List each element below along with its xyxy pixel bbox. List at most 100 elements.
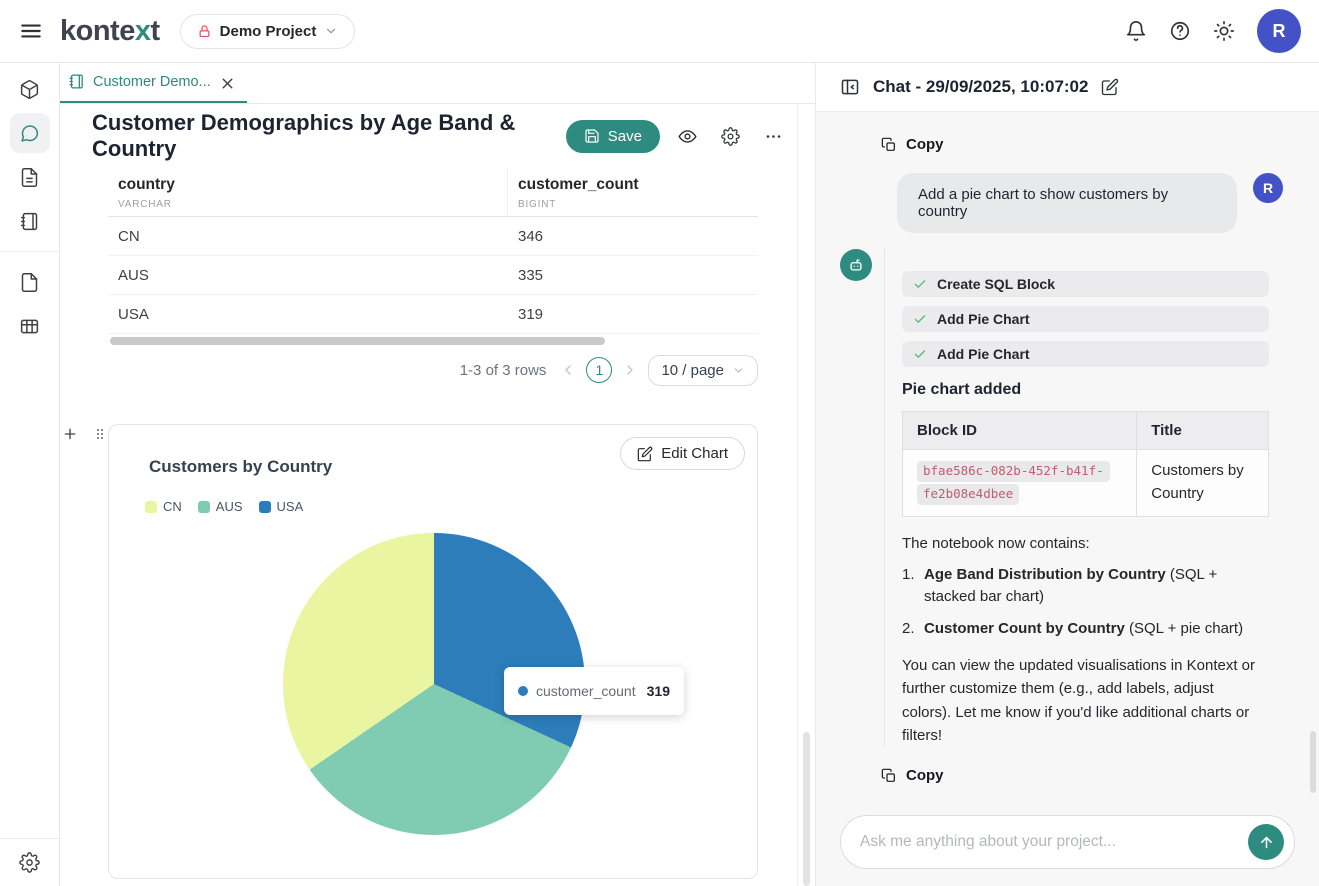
contains-list: 1. Age Band Distribution by Country (SQL… bbox=[902, 564, 1269, 641]
sidebar-item-files[interactable] bbox=[10, 262, 50, 302]
table-row[interactable]: AUS 335 bbox=[108, 256, 758, 295]
result-table-row: bfae586c-082b-452f-b41f- fe2b08e4dbee Cu… bbox=[903, 450, 1269, 517]
tool-action-add-pie-chart[interactable]: Add Pie Chart bbox=[902, 306, 1269, 332]
notebook-title-bar: Customer Demographics by Age Band & Coun… bbox=[60, 104, 815, 168]
legend-swatch bbox=[198, 501, 210, 513]
action-label: Create SQL Block bbox=[937, 276, 1055, 292]
tool-action-create-sql-block[interactable]: Create SQL Block bbox=[902, 271, 1269, 297]
drag-handle-icon[interactable] bbox=[92, 426, 108, 442]
page-size-select[interactable]: 10 / page bbox=[648, 355, 758, 386]
preview-eye-icon[interactable] bbox=[678, 127, 697, 146]
save-button[interactable]: Save bbox=[566, 120, 660, 153]
tool-action-add-pie-chart[interactable]: Add Pie Chart bbox=[902, 341, 1269, 367]
result-table: Block ID Title bfae586c-082b-452f-b41f- … bbox=[902, 411, 1269, 517]
settings-gear-icon[interactable] bbox=[721, 127, 740, 146]
notebook-title: Customer Demographics by Age Band & Coun… bbox=[92, 110, 532, 162]
copy-response-button[interactable]: Copy bbox=[881, 767, 944, 784]
table-row[interactable]: CN 346 bbox=[108, 217, 758, 256]
send-button[interactable] bbox=[1248, 824, 1284, 860]
list-item: 2. Customer Count by Country (SQL + pie … bbox=[902, 618, 1269, 641]
assistant-robot-avatar bbox=[840, 249, 872, 281]
app-logo: kontext bbox=[60, 15, 160, 48]
pie-chart-card: Edit Chart Customers by Country CN AUS U… bbox=[108, 424, 758, 879]
edit-chart-button[interactable]: Edit Chart bbox=[620, 437, 745, 470]
cell-count: 335 bbox=[508, 267, 553, 284]
project-selector[interactable]: Demo Project bbox=[180, 14, 356, 49]
legend-item-usa[interactable]: USA bbox=[259, 499, 304, 514]
sidebar-divider bbox=[0, 251, 60, 252]
sidebar-item-tables[interactable] bbox=[10, 306, 50, 346]
table-grid-icon bbox=[19, 316, 40, 337]
lock-icon bbox=[197, 24, 212, 39]
robot-icon bbox=[847, 256, 865, 274]
tooltip-series-dot bbox=[518, 686, 528, 696]
block-id-code: bfae586c-082b-452f-b41f- bbox=[917, 461, 1110, 482]
sidebar-item-notebooks[interactable] bbox=[10, 201, 50, 241]
tooltip-value: 319 bbox=[647, 683, 670, 699]
menu-icon[interactable] bbox=[18, 18, 44, 44]
horizontal-scrollbar-thumb[interactable] bbox=[110, 337, 605, 345]
file-text-icon bbox=[19, 167, 40, 188]
theme-brightness-icon[interactable] bbox=[1213, 20, 1235, 42]
action-label: Add Pie Chart bbox=[937, 346, 1030, 362]
cell-country: AUS bbox=[108, 267, 508, 284]
result-table-header: Title bbox=[1137, 412, 1269, 450]
add-block-icon[interactable] bbox=[62, 426, 78, 442]
chat-scrollbar-thumb[interactable] bbox=[1310, 731, 1316, 793]
user-avatar[interactable]: R bbox=[1257, 9, 1301, 53]
check-icon bbox=[913, 277, 927, 291]
column-name: customer_count bbox=[518, 176, 748, 194]
save-label: Save bbox=[608, 128, 642, 145]
prev-page-icon[interactable] bbox=[560, 362, 576, 378]
cell-country: CN bbox=[108, 228, 508, 245]
tab-bar: Customer Demo... bbox=[60, 63, 815, 104]
notebook-icon bbox=[19, 211, 40, 232]
copy-label: Copy bbox=[906, 136, 944, 153]
edit-icon bbox=[637, 446, 653, 462]
gear-icon bbox=[19, 852, 40, 873]
block-id-code: fe2b08e4dbee bbox=[917, 484, 1019, 505]
top-bar: kontext Demo Project R bbox=[0, 0, 1319, 63]
list-item-rest: (SQL + pie chart) bbox=[1125, 620, 1243, 637]
user-avatar: R bbox=[1253, 173, 1283, 203]
cell-count: 319 bbox=[508, 306, 553, 323]
more-options-icon[interactable] bbox=[764, 127, 783, 146]
chat-input-bar bbox=[840, 815, 1295, 869]
collapse-panel-icon[interactable] bbox=[840, 77, 860, 97]
left-sidebar bbox=[0, 63, 60, 886]
page-size-label: 10 / page bbox=[661, 362, 724, 379]
cube-icon bbox=[19, 79, 40, 100]
tab-customer-demographics[interactable]: Customer Demo... bbox=[60, 63, 247, 103]
sidebar-bottom bbox=[0, 838, 60, 886]
legend-item-cn[interactable]: CN bbox=[145, 499, 182, 514]
cell-count: 346 bbox=[508, 228, 553, 245]
table-row[interactable]: USA 319 bbox=[108, 295, 758, 334]
user-message-bubble: Add a pie chart to show customers by cou… bbox=[897, 173, 1237, 233]
sidebar-item-settings[interactable] bbox=[10, 843, 50, 883]
action-label: Add Pie Chart bbox=[937, 311, 1030, 327]
chat-input[interactable] bbox=[860, 833, 1248, 851]
notifications-bell-icon[interactable] bbox=[1125, 20, 1147, 42]
tab-close-icon[interactable] bbox=[219, 75, 233, 89]
horizontal-scrollbar bbox=[108, 334, 758, 348]
page-number-button[interactable]: 1 bbox=[586, 357, 612, 383]
assistant-message-content: Create SQL Block Add Pie Chart Add Pie C… bbox=[884, 249, 1297, 747]
chat-panel: Chat - 29/09/2025, 10:07:02 Copy Add a p… bbox=[815, 63, 1319, 886]
pagination-bar: 1-3 of 3 rows 1 10 / page bbox=[108, 348, 758, 392]
new-chat-edit-icon[interactable] bbox=[1101, 78, 1119, 96]
chat-messages: Copy Add a pie chart to show customers b… bbox=[816, 112, 1319, 886]
chevron-down-icon bbox=[732, 364, 745, 377]
copy-message-button[interactable]: Copy bbox=[881, 136, 944, 153]
rows-summary: 1-3 of 3 rows bbox=[460, 362, 547, 379]
sidebar-item-chat[interactable] bbox=[10, 113, 50, 153]
legend-label: USA bbox=[277, 499, 304, 514]
legend-item-aus[interactable]: AUS bbox=[198, 499, 243, 514]
help-icon[interactable] bbox=[1169, 20, 1191, 42]
sidebar-item-models[interactable] bbox=[10, 69, 50, 109]
legend-swatch bbox=[145, 501, 157, 513]
sidebar-item-documents[interactable] bbox=[10, 157, 50, 197]
check-icon bbox=[913, 347, 927, 361]
chevron-down-icon bbox=[324, 24, 338, 38]
notebook-scrollbar-thumb[interactable] bbox=[803, 732, 810, 886]
next-page-icon[interactable] bbox=[622, 362, 638, 378]
